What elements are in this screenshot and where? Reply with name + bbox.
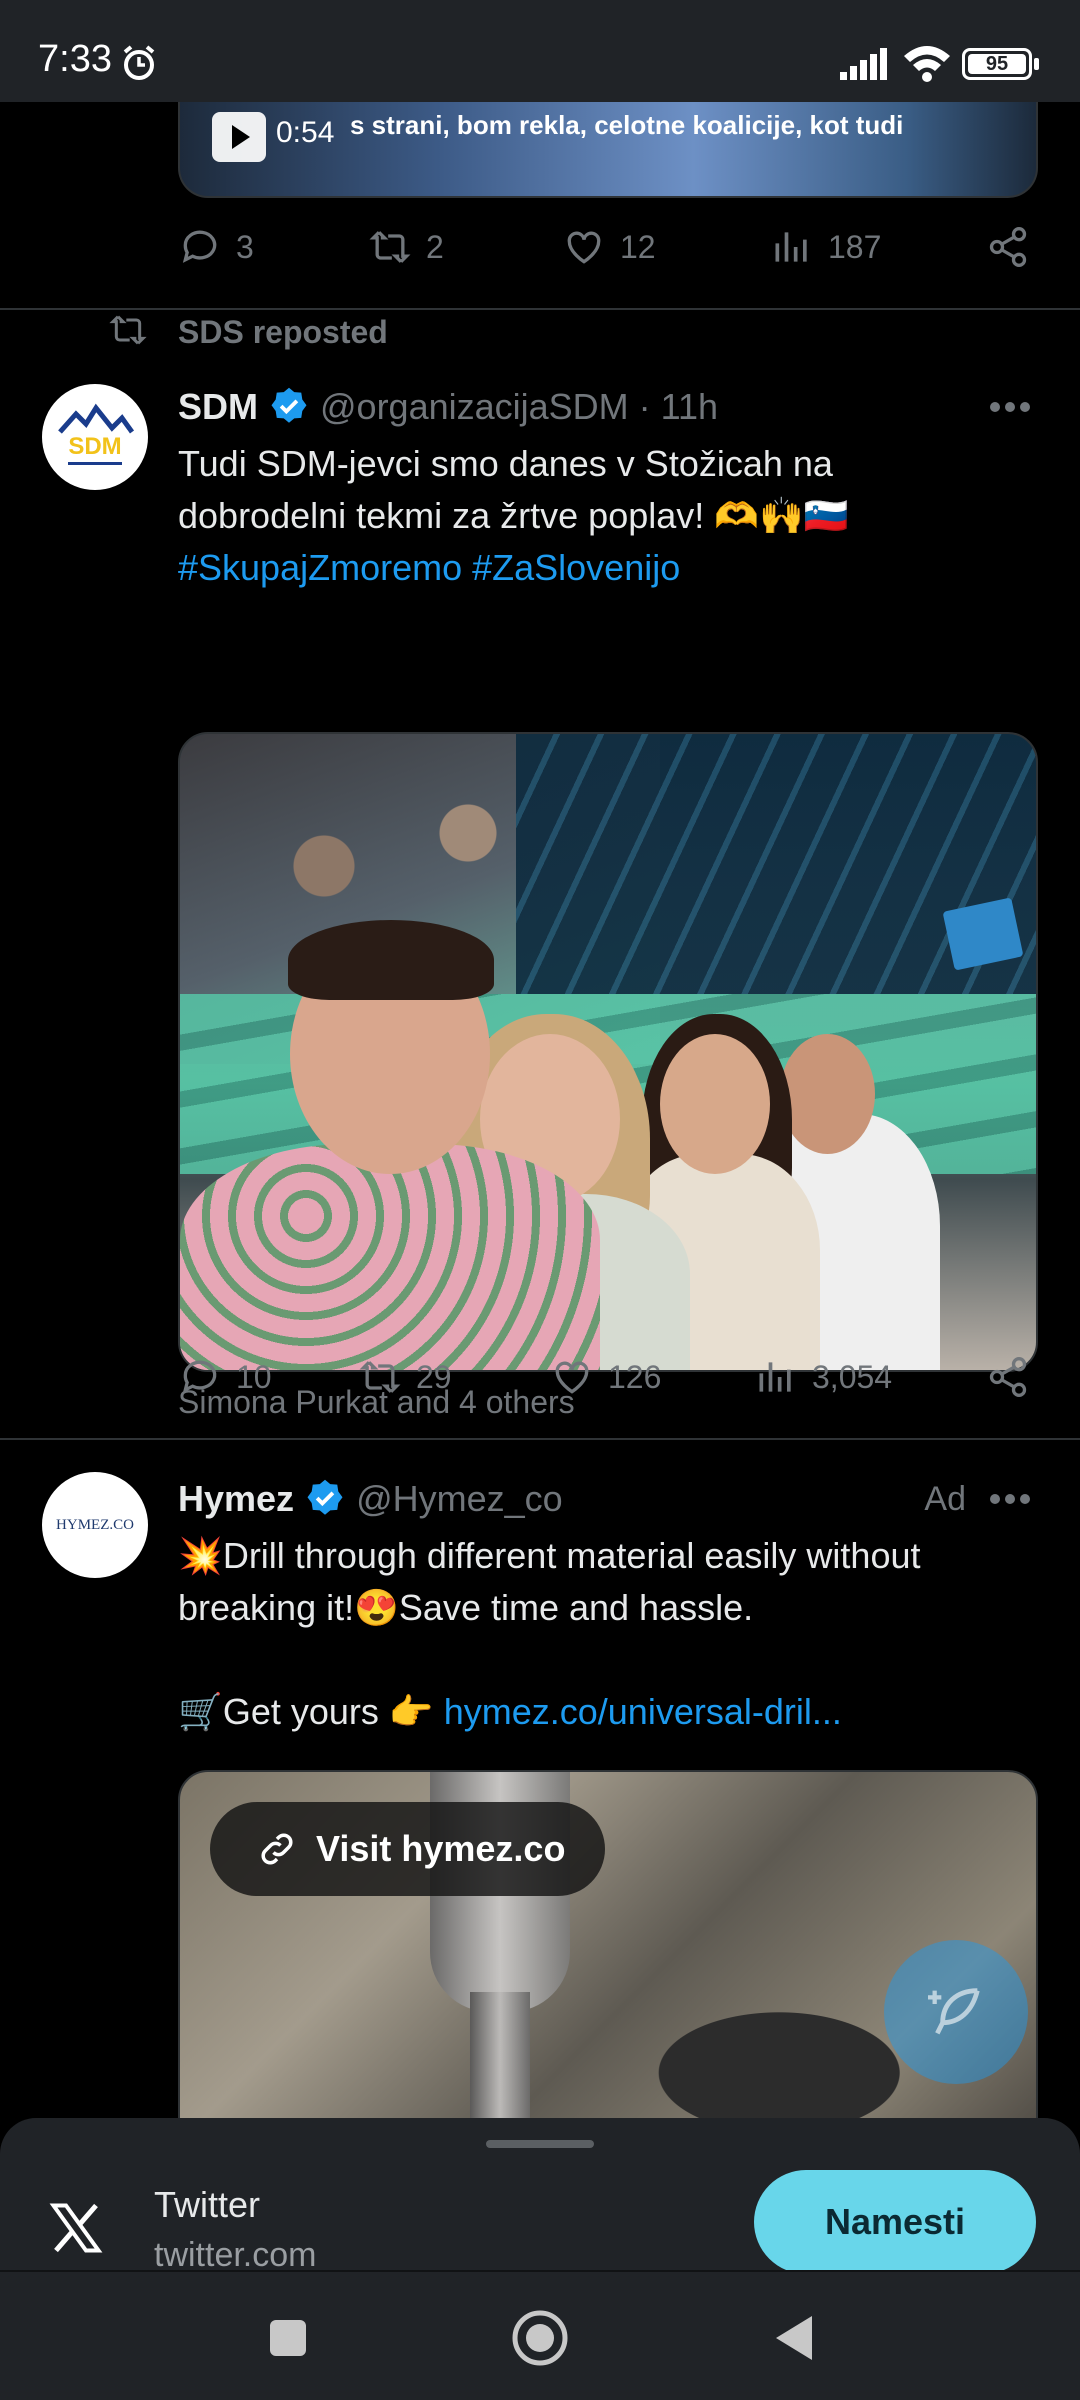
battery-icon: 95 <box>962 48 1032 80</box>
like-count: 126 <box>608 1358 662 1395</box>
ad-text-line: breaking it!😍Save time and hassle. <box>178 1587 754 1628</box>
hymez-avatar[interactable]: HYMEZ.CO <box>42 1472 148 1578</box>
x-logo-icon <box>49 2203 103 2253</box>
photo-person-face <box>660 1034 770 1174</box>
play-icon[interactable] <box>212 112 266 162</box>
visit-site-label: Visit hymez.co <box>316 1828 566 1869</box>
status-time: 7:33 <box>38 38 112 80</box>
previous-tweet-video[interactable]: 0:54 s strani, bom rekla, celotne koalic… <box>178 102 1038 198</box>
views-button[interactable]: 187 <box>770 222 881 272</box>
like-button[interactable]: 12 <box>562 222 656 272</box>
repost-icon <box>359 1361 401 1393</box>
ad-cta-line: 🛒Get yours 👉 hymez.co/universal-dril... <box>178 1686 1038 1738</box>
video-caption: s strani, bom rekla, celotne koalicije, … <box>350 110 904 140</box>
ad-video-drill-bit <box>470 1992 530 2118</box>
home-button[interactable] <box>510 2308 570 2368</box>
reply-icon <box>182 230 217 263</box>
reply-count: 10 <box>236 1358 272 1395</box>
reply-button[interactable]: 10 <box>178 1352 272 1402</box>
recents-button[interactable] <box>258 2308 318 2368</box>
hymez-logo-text: HYMEZ.CO <box>56 1516 134 1533</box>
sdm-logo: SDM <box>58 403 135 465</box>
compose-button[interactable] <box>884 1940 1028 2084</box>
reply-count: 3 <box>236 228 254 265</box>
more-options-icon[interactable] <box>990 1494 1030 1506</box>
tweet-divider <box>0 308 1080 310</box>
reply-icon <box>182 1360 217 1393</box>
tweet-divider <box>0 1438 1080 1440</box>
verified-badge-icon <box>307 1479 343 1515</box>
home-circle-icon <box>512 2310 568 2366</box>
views-icon <box>775 232 807 262</box>
view-count: 187 <box>828 228 882 265</box>
status-bar: 7:33 95 <box>0 0 1080 102</box>
install-app-name: Twitter <box>154 2184 261 2225</box>
install-button[interactable]: Namesti <box>754 2170 1036 2274</box>
repost-label[interactable]: SDS reposted <box>178 314 388 351</box>
like-count: 12 <box>620 228 656 265</box>
recents-square-icon <box>270 2320 306 2356</box>
tweet-header: SDM @organizacijaSDM · 11h <box>178 382 718 432</box>
video-duration: 0:54 <box>276 116 335 149</box>
verified-badge-icon <box>271 387 307 423</box>
signal-icon <box>840 48 887 80</box>
repost-button[interactable]: 2 <box>368 222 444 272</box>
alarm-icon <box>123 45 155 80</box>
ad-text-spacer <box>178 1634 1038 1686</box>
tweet-actions: 10 29 126 3,054 <box>178 1352 1038 1402</box>
tweet-photo[interactable] <box>178 732 1038 1372</box>
share-button[interactable] <box>986 1352 1030 1402</box>
ad-link[interactable]: hymez.co/universal-dril... <box>444 1691 842 1732</box>
advertiser-handle[interactable]: @Hymez_co <box>356 1478 563 1520</box>
back-triangle-icon <box>776 2316 812 2360</box>
repost-count: 29 <box>416 1358 452 1395</box>
repost-icon <box>109 315 147 345</box>
tweet-text-line: Tudi SDM-jevci smo danes v Stožicah na <box>178 443 833 484</box>
battery-tip <box>1034 58 1039 70</box>
author-handle[interactable]: @organizacijaSDM · 11h <box>320 386 718 428</box>
system-nav-bar <box>0 2270 1080 2400</box>
visit-site-button[interactable]: Visit hymez.co <box>210 1802 606 1896</box>
sheet-drag-handle[interactable] <box>486 2140 594 2148</box>
ad-label: Ad <box>924 1480 966 1518</box>
share-icon <box>989 227 1027 267</box>
more-options-icon[interactable] <box>990 402 1030 414</box>
repost-count: 2 <box>426 228 444 265</box>
view-count: 3,054 <box>812 1358 893 1395</box>
sdm-avatar[interactable]: SDM <box>42 384 148 490</box>
tweet-hashtags[interactable]: #SkupajZmoremo #ZaSlovenijo <box>178 542 1038 594</box>
share-icon <box>989 1357 1027 1397</box>
photo-person <box>180 1144 600 1370</box>
heart-icon <box>567 231 601 264</box>
battery-level: 95 <box>968 54 1026 74</box>
timeline-feed[interactable]: 0:54 s strani, bom rekla, celotne koalic… <box>0 102 1080 2118</box>
install-app-banner: Twitter twitter.com Namesti <box>0 2118 1080 2274</box>
previous-tweet-actions: 3 2 12 187 <box>178 222 1038 272</box>
compose-feather-icon <box>928 1988 980 2035</box>
svg-text:SDM: SDM <box>68 433 121 460</box>
tweet-text: Tudi SDM-jevci smo danes v Stožicah na d… <box>178 438 1038 594</box>
back-button[interactable] <box>764 2308 824 2368</box>
wifi-icon <box>904 46 950 82</box>
repost-icon <box>369 231 411 263</box>
ad-header: Hymez @Hymez_co <box>178 1474 563 1524</box>
reply-button[interactable]: 3 <box>178 222 254 272</box>
author-name[interactable]: SDM <box>178 386 258 428</box>
views-button[interactable]: 3,054 <box>754 1352 892 1402</box>
photo-person-hair <box>288 920 494 1000</box>
tweet-text-line: dobrodelni tekmi za žrtve poplav! 🫶🙌🇸🇮 <box>178 495 849 536</box>
ad-text: 💥Drill through different material easily… <box>178 1530 1038 1738</box>
views-icon <box>759 1362 791 1392</box>
repost-button[interactable]: 29 <box>358 1352 452 1402</box>
like-button[interactable]: 126 <box>550 1352 661 1402</box>
ad-cta-prefix: 🛒Get yours 👉 <box>178 1691 444 1732</box>
link-icon <box>261 1833 293 1865</box>
heart-icon <box>555 1361 589 1394</box>
photo-person-face <box>780 1034 875 1154</box>
ad-text-line: 💥Drill through different material easily… <box>178 1535 921 1576</box>
advertiser-name[interactable]: Hymez <box>178 1478 294 1520</box>
share-button[interactable] <box>986 222 1030 272</box>
